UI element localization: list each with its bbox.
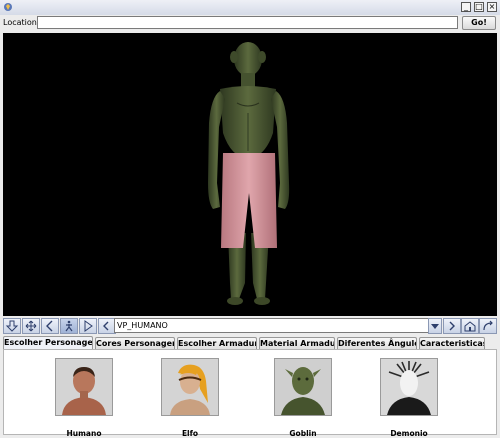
tab-escolher-armadura[interactable]: Escolher Armadura bbox=[177, 337, 257, 349]
tab-escolher-personagem[interactable]: Escolher Personagem bbox=[3, 336, 93, 349]
location-bar: Location: Go! bbox=[0, 15, 500, 32]
location-input[interactable] bbox=[37, 16, 458, 29]
tab-caracteristicas[interactable]: Caracteristicas bbox=[419, 337, 485, 349]
character-name: Elfo bbox=[181, 429, 199, 438]
pan-icon[interactable] bbox=[22, 318, 40, 334]
window-titlebar: _ □ × bbox=[0, 0, 500, 16]
viewpoint-select[interactable]: VP_HUMANO bbox=[114, 318, 440, 333]
demonio-thumbnail[interactable] bbox=[380, 358, 438, 416]
go-button[interactable]: Go! bbox=[462, 16, 496, 30]
3d-viewport[interactable] bbox=[3, 33, 497, 316]
humano-thumbnail[interactable] bbox=[55, 358, 113, 416]
tab-diferentes-angulos[interactable]: Diferentes Ângulos bbox=[337, 337, 417, 349]
character-name: Humano bbox=[66, 429, 102, 438]
home-icon[interactable] bbox=[461, 318, 479, 334]
tab-strip: Escolher Personagem Cores Personagem Esc… bbox=[0, 336, 500, 349]
turn-left-icon[interactable] bbox=[41, 318, 59, 334]
elfo-thumbnail[interactable] bbox=[161, 358, 219, 416]
character-name: Demonio bbox=[390, 429, 428, 438]
maximize-icon[interactable]: □ bbox=[474, 2, 484, 12]
character-selection-panel: Humano Elfo Goblin Demonio bbox=[3, 349, 497, 438]
location-label: Location: bbox=[3, 18, 40, 27]
viewpoint-value: VP_HUMANO bbox=[117, 321, 168, 330]
goblin-thumbnail[interactable] bbox=[274, 358, 332, 416]
goblin-3d-model bbox=[208, 42, 290, 305]
app-icon bbox=[4, 3, 12, 11]
tab-cores-personagem[interactable]: Cores Personagem bbox=[95, 337, 175, 349]
minimize-icon[interactable]: _ bbox=[461, 2, 471, 12]
next-viewpoint-icon[interactable] bbox=[443, 318, 461, 334]
tab-material-armadura[interactable]: Material Armadura bbox=[259, 337, 335, 349]
close-icon[interactable]: × bbox=[487, 2, 497, 12]
walk-icon[interactable] bbox=[60, 318, 78, 334]
play-icon[interactable] bbox=[79, 318, 97, 334]
chevron-down-icon[interactable] bbox=[428, 318, 442, 334]
straighten-icon[interactable] bbox=[479, 318, 497, 334]
character-name: Goblin bbox=[289, 429, 317, 438]
move-down-icon[interactable] bbox=[3, 318, 21, 334]
navigation-toolbar: VP_HUMANO bbox=[0, 317, 500, 336]
